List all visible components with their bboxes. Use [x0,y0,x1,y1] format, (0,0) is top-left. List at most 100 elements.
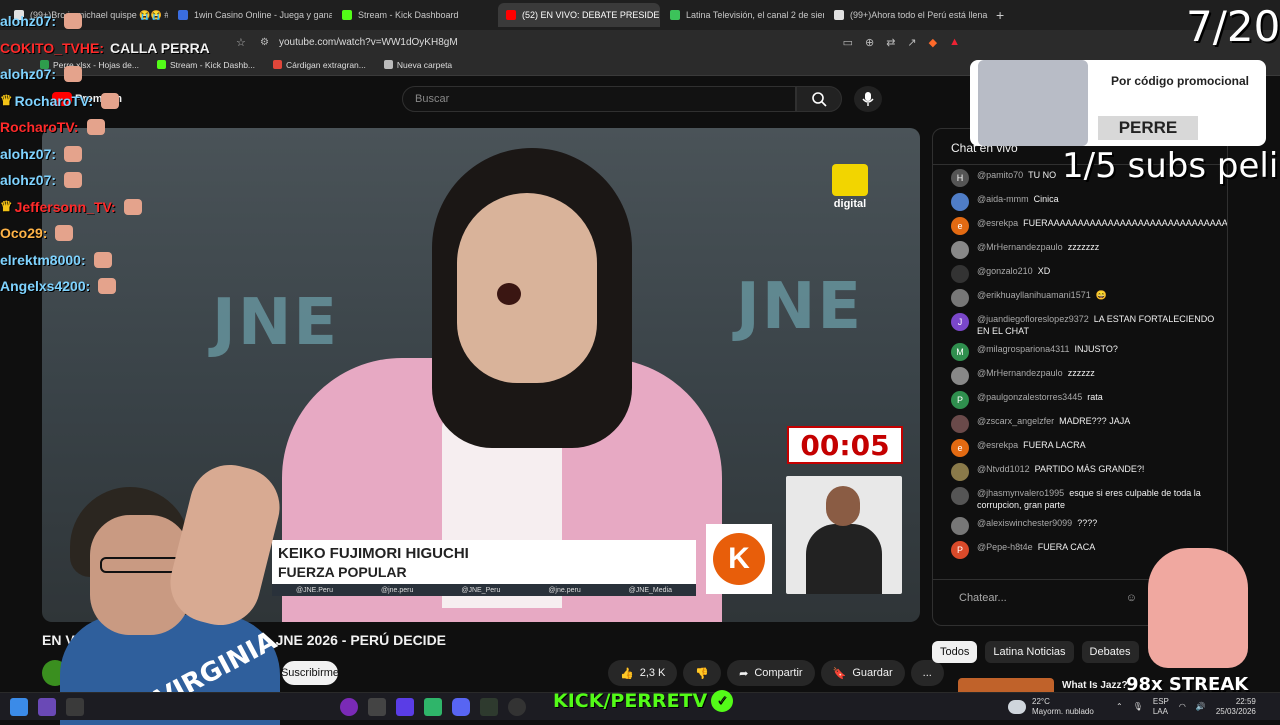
chat-username[interactable]: @zscarx_angelzfer [977,416,1054,426]
url-field[interactable]: youtube.com/watch?v=WW1dOyKH8gM [279,37,458,48]
bookmark-item[interactable]: Cárdigan extragran... [273,60,366,70]
chat-avatar[interactable] [951,367,969,385]
search-button[interactable] [796,86,842,112]
chat-username[interactable]: @pamito70 [977,170,1023,180]
dislike-button[interactable]: 👎 [683,660,722,686]
bookmark-item[interactable]: Nueva carpeta [383,60,452,70]
emote-icon [86,119,105,136]
filter-chip[interactable]: Debates [1081,641,1139,663]
overlay-chat-line: ♛ RocharoTV: [0,88,240,115]
share-icon[interactable]: ↗ [907,36,916,49]
emote-icon [93,251,112,268]
chat-username[interactable]: @alexiswinchester9099 [977,518,1072,528]
taskbar-app-icon[interactable] [66,698,84,716]
jne-watermark-right: JNE [736,270,864,344]
taskbar-app-icon[interactable] [368,698,386,716]
filter-chip[interactable]: Todos [932,641,978,663]
chat-avatar[interactable] [951,193,969,211]
microphone-tray-icon[interactable]: 🎙 [1133,702,1143,712]
translate-icon[interactable]: ⇄ [886,36,895,49]
rewards-icon[interactable]: ▲ [949,36,960,49]
chat-avatar[interactable]: P [951,391,969,409]
taskbar-app-icon[interactable] [508,698,526,716]
chat-avatar[interactable]: P [951,541,969,559]
chat-username[interactable]: @esrekpa [977,440,1018,450]
subscribe-button[interactable]: Suscribirme [281,661,339,685]
mic-icon [862,92,874,106]
browser-tab[interactable]: (99+)Ahora todo el Perú está llena de [826,3,988,27]
search-input[interactable]: Buscar [402,86,796,112]
chat-username[interactable]: @gonzalo210 [977,266,1033,276]
chat-avatar[interactable] [951,487,969,505]
brave-shield-icon[interactable]: ◆ [929,36,937,49]
taskbar-app-icon[interactable] [38,698,56,716]
promo-banner: Por código promocional PERRE [970,60,1266,146]
recommendation-title[interactable]: What Is Jazz? [1062,680,1128,691]
lower-third: KEIKO FUJIMORI HIGUCHI FUERZA POPULAR [272,540,696,584]
taskbar-app-icon[interactable] [340,698,358,716]
chat-avatar[interactable]: e [951,439,969,457]
chat-avatar[interactable] [951,463,969,481]
overlay-chat-username: Oco29: [0,225,48,242]
wifi-icon[interactable]: ◠ [1179,702,1186,712]
volume-icon[interactable]: 🔊 [1196,702,1206,712]
chat-message: e @esrekpa FUERA LACRA [951,439,1227,457]
chat-avatar[interactable]: H [951,169,969,187]
tab-title: Latina Televisión, el canal 2 de siemp [686,10,824,20]
windows-start-icon[interactable] [10,698,28,716]
chat-username[interactable]: @jhasmynvalero1995 [977,488,1064,498]
zoom-icon[interactable]: ⊕ [865,36,874,49]
browser-tab[interactable]: Latina Televisión, el canal 2 de siemp [662,3,824,27]
chat-avatar[interactable]: e [951,217,969,235]
chat-username[interactable]: @MrHernandezpaulo [977,242,1063,252]
chat-avatar[interactable] [951,241,969,259]
chat-username[interactable]: @Pepe-h8t4e [977,542,1033,552]
weather-widget[interactable]: 22°C Mayorm. nublado [1008,697,1094,717]
filter-chip[interactable]: Latina Noticias [985,641,1074,663]
chat-message-body: @MrHernandezpaulo zzzzzzz [977,241,1099,259]
chat-username[interactable]: @paulgonzalestorres3445 [977,392,1082,402]
browser-tab[interactable]: Stream - Kick Dashboard [334,3,496,27]
promo-image [978,60,1088,146]
chat-username[interactable]: @MrHernandezpaulo [977,368,1063,378]
chat-username[interactable]: @Ntvdd1012 [977,464,1030,474]
like-button[interactable]: 👍 2,3 K [608,660,678,686]
speaker-mouth [497,283,521,305]
chat-message: M @milagrospariona4311 INJUSTO? [951,343,1227,361]
emoji-icon[interactable]: ☺ [1126,592,1137,604]
chat-avatar[interactable]: M [951,343,969,361]
cast-icon[interactable]: ▭ [843,36,853,49]
chat-username[interactable]: @esrekpa [977,218,1018,228]
discord-icon[interactable] [452,698,470,716]
tab-favicon-icon [834,10,844,20]
save-button[interactable]: 🔖 Guardar [820,660,905,686]
taskbar-app-icon[interactable] [480,698,498,716]
chat-message: P @paulgonzalestorres3445 rata [951,391,1227,409]
chat-message-list[interactable]: H @pamito70 TU NO @aida-mmm Cinica e @esrekpa F… [933,165,1227,559]
chat-text: FUERA CACA [1037,542,1096,552]
language-indicator[interactable]: ESP LAA [1153,697,1169,717]
share-button[interactable]: ➦ Compartir [727,660,815,686]
speaker-face [457,193,597,383]
chat-username[interactable]: @juandiegofloreslopez9372 [977,314,1089,324]
chat-avatar[interactable] [951,517,969,535]
chat-username[interactable]: @aida-mmm [977,194,1029,204]
chat-username[interactable]: @erikhuayllanihuamani1571 [977,290,1091,300]
taskbar-app-icon[interactable] [424,698,442,716]
taskbar-app-icon[interactable] [396,698,414,716]
chevron-up-icon[interactable]: ⌃ [1116,702,1123,712]
chat-avatar[interactable] [951,289,969,307]
recommendation-thumbnail[interactable] [958,678,1054,692]
browser-tab[interactable]: (52) EN VIVO: DEBATE PRESIDE× [498,3,660,27]
chat-username[interactable]: @milagrospariona4311 [977,344,1070,354]
voice-search-button[interactable] [854,86,882,112]
clock[interactable]: 22:59 25/03/2026 [1216,697,1256,717]
more-button[interactable]: ... [910,660,944,686]
new-tab-button[interactable]: + [996,7,1004,23]
chat-message-body: @pamito70 TU NO [977,169,1056,187]
overlay-chat-line: alohz07: [0,167,240,194]
site-info-icon[interactable]: ⚙ [260,37,269,48]
chat-avatar[interactable]: J [951,313,969,331]
chat-avatar[interactable] [951,415,969,433]
chat-avatar[interactable] [951,265,969,283]
